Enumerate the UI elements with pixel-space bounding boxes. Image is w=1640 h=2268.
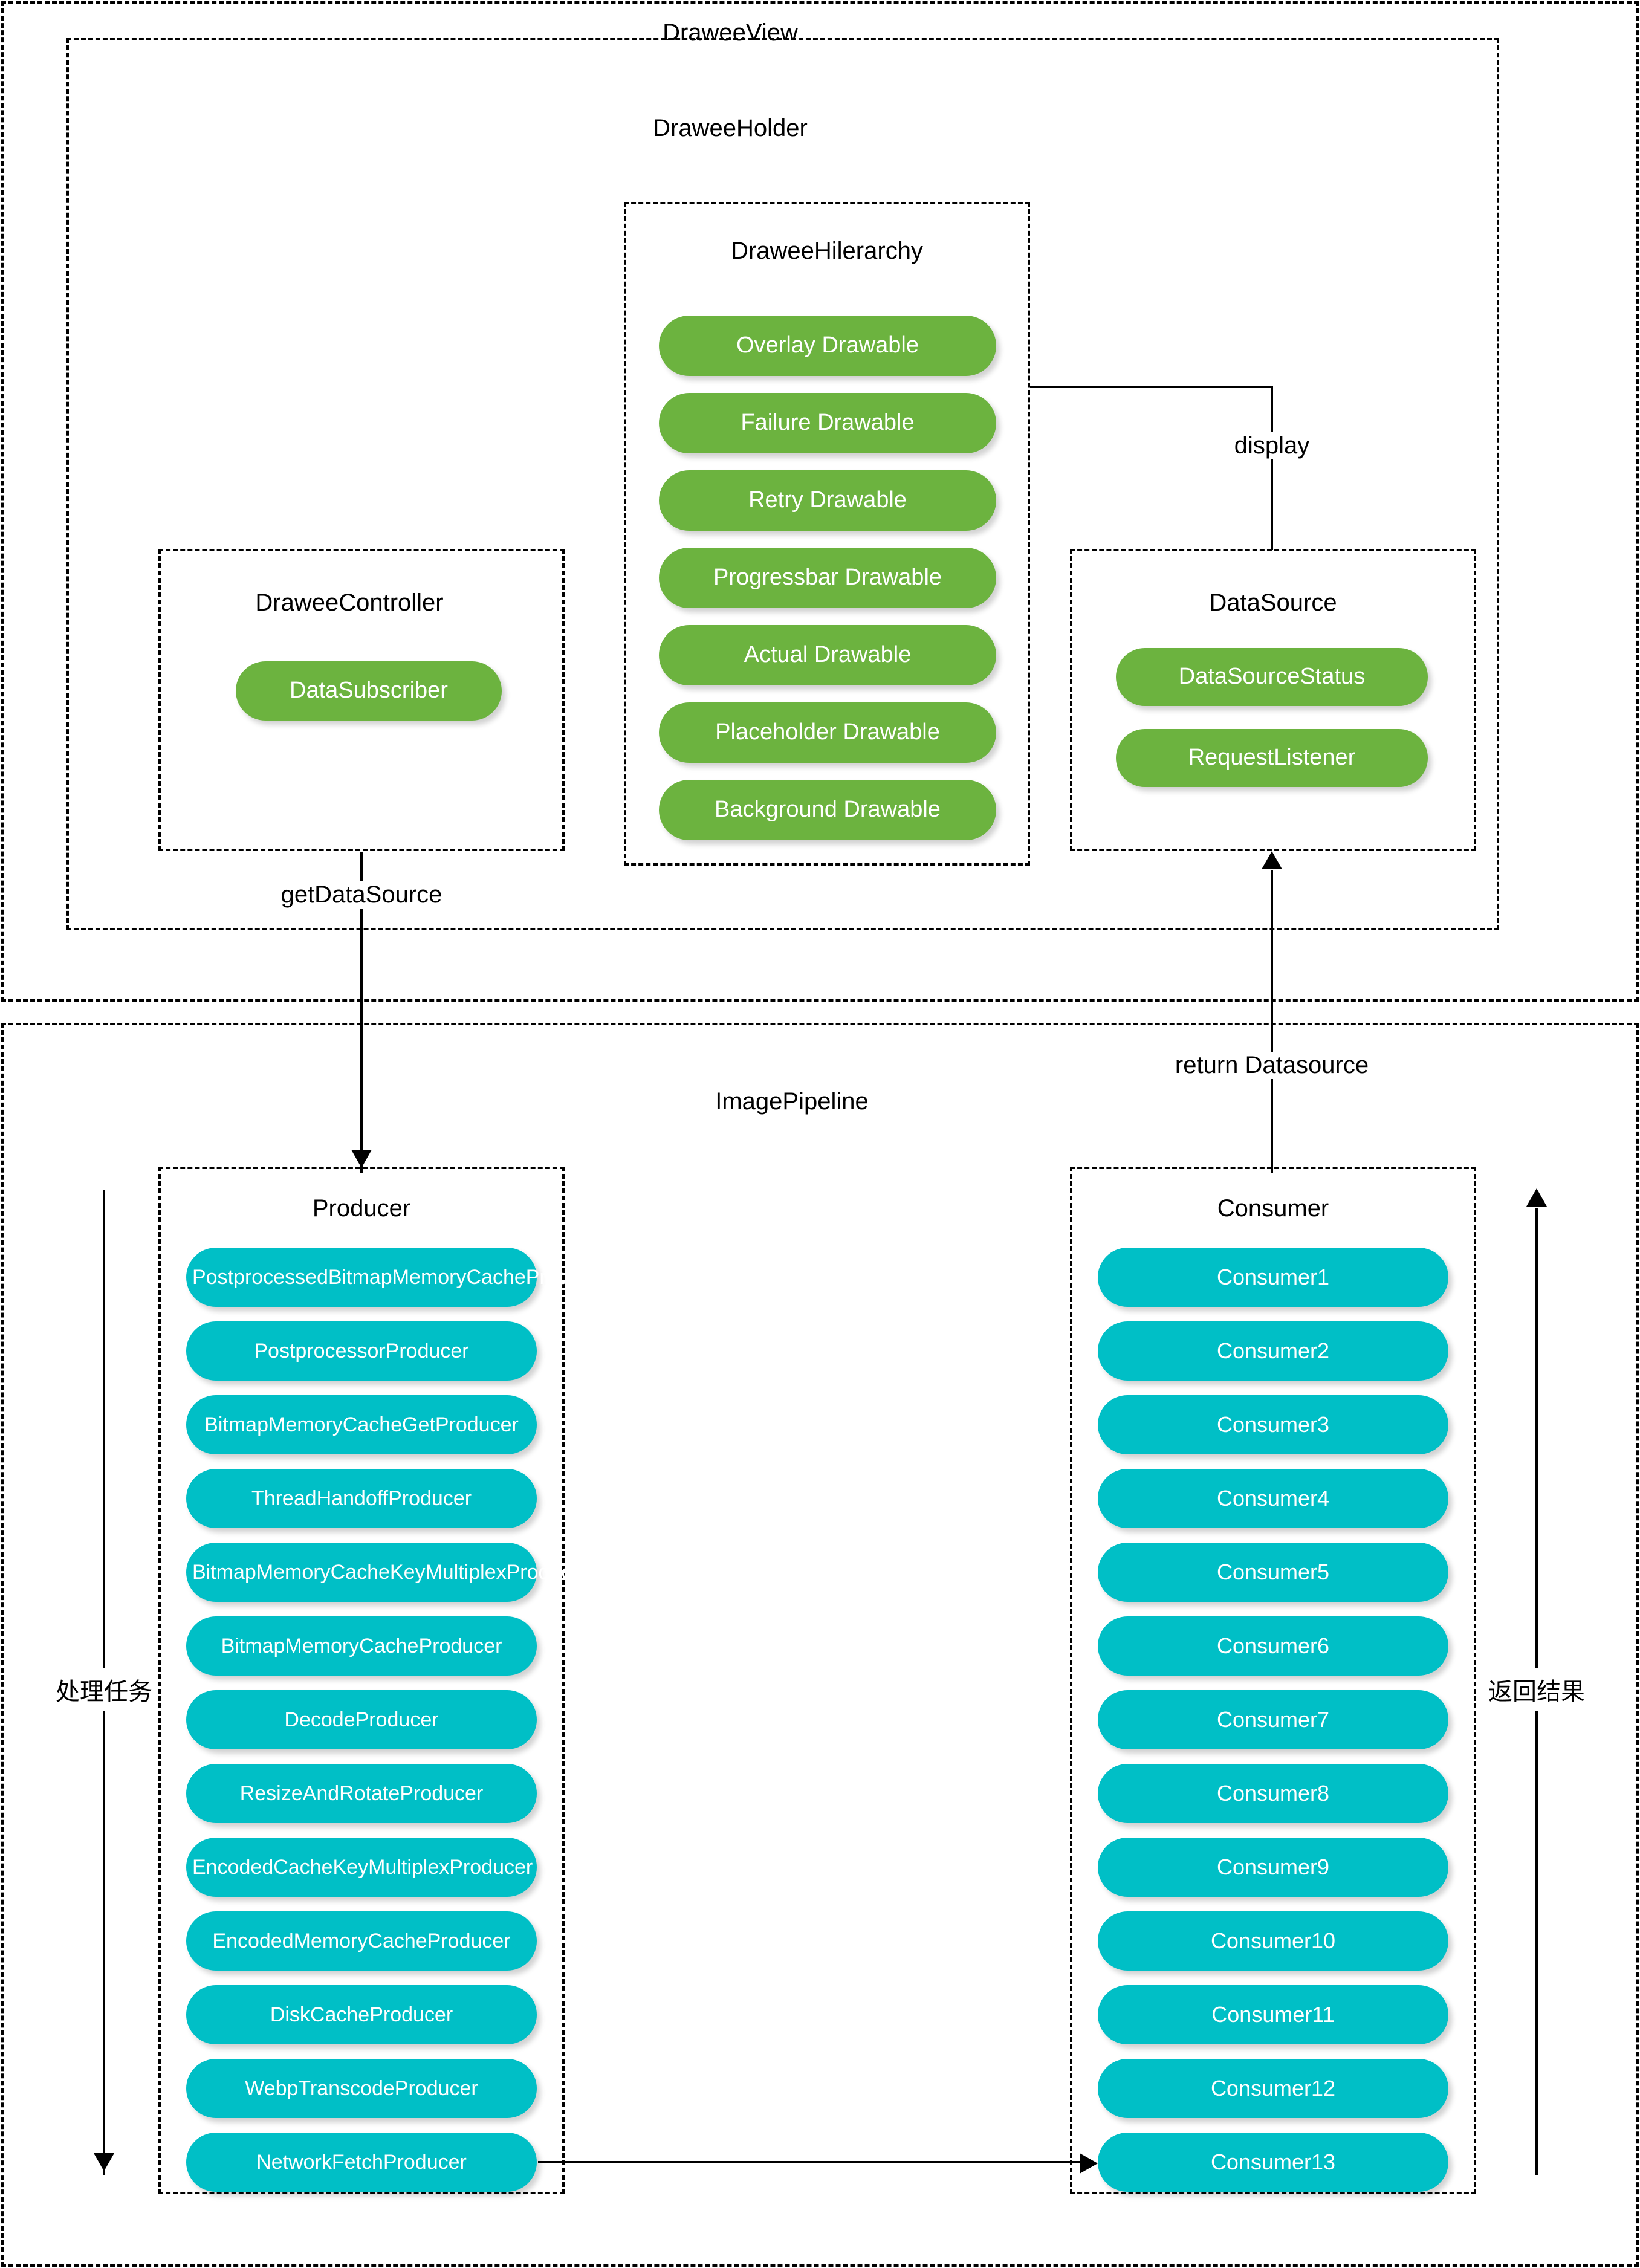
pill-label: ThreadHandoffProducer xyxy=(251,1486,472,1510)
producer-item[interactable]: EncodedCacheKeyMultiplexProducer xyxy=(186,1838,537,1897)
process-task-label: 处理任务 xyxy=(53,1668,155,1711)
pill-label: ResizeAndRotateProducer xyxy=(239,1781,484,1805)
pill-label: Failure Drawable xyxy=(741,410,915,436)
display-edge-horizontal xyxy=(1030,386,1273,388)
producer-item[interactable]: DiskCacheProducer xyxy=(186,1985,537,2044)
consumer-item[interactable]: Consumer5 xyxy=(1098,1543,1448,1602)
pill-label: DecodeProducer xyxy=(284,1708,439,1731)
pill-label: Consumer6 xyxy=(1216,1633,1330,1658)
consumer-item[interactable]: Consumer7 xyxy=(1098,1690,1448,1749)
pill-label: Overlay Drawable xyxy=(736,332,919,358)
producer-item[interactable]: WebpTranscodeProducer xyxy=(186,2059,537,2118)
display-edge-vertical xyxy=(1271,386,1273,550)
consumer-item[interactable]: Consumer3 xyxy=(1098,1395,1448,1454)
image-pipeline-title: ImagePipeline xyxy=(715,1088,869,1115)
consumer-item[interactable]: Consumer8 xyxy=(1098,1764,1448,1823)
pill-label: Consumer1 xyxy=(1216,1264,1330,1289)
pill-label: Consumer9 xyxy=(1216,1854,1330,1879)
get-data-source-label: getDataSource xyxy=(276,881,447,909)
return-result-label: 返回结果 xyxy=(1486,1668,1587,1711)
consumer-item[interactable]: Consumer11 xyxy=(1098,1985,1448,2044)
pill-label: Consumer13 xyxy=(1210,2149,1336,2174)
pill-label: Consumer7 xyxy=(1216,1706,1330,1732)
pill-label: EncodedCacheKeyMultiplexProducer xyxy=(192,1855,533,1879)
pill-label: DiskCacheProducer xyxy=(270,2003,453,2026)
pill-label: Consumer11 xyxy=(1211,2001,1335,2027)
producer-item[interactable]: ThreadHandoffProducer xyxy=(186,1469,537,1528)
display-edge-label: display xyxy=(1229,432,1315,459)
pill-label: WebpTranscodeProducer xyxy=(245,2076,478,2100)
pill-label: BitmapMemoryCacheGetProducer xyxy=(204,1413,519,1436)
drawee-hierarchy-item[interactable]: Background Drawable xyxy=(659,780,996,840)
pill-label: Consumer2 xyxy=(1216,1338,1330,1363)
return-datasource-label: return Datasource xyxy=(1170,1052,1374,1079)
producer-item[interactable]: ResizeAndRotateProducer xyxy=(186,1764,537,1823)
pill-label: NetworkFetchProducer xyxy=(256,2150,467,2174)
consumer-item[interactable]: Consumer2 xyxy=(1098,1321,1448,1381)
drawee-hierarchy-item[interactable]: Retry Drawable xyxy=(659,470,996,531)
return-result-arrowhead xyxy=(1526,1188,1547,1207)
consumer-item[interactable]: Consumer9 xyxy=(1098,1838,1448,1897)
pill-label: PostprocessedBitmapMemoryCacheProducer xyxy=(192,1265,609,1289)
pill-label: Consumer4 xyxy=(1216,1485,1330,1511)
consumer-item[interactable]: Consumer4 xyxy=(1098,1469,1448,1528)
consumer-item[interactable]: Consumer12 xyxy=(1098,2059,1448,2118)
pill-label: BitmapMemoryCacheProducer xyxy=(221,1634,502,1657)
return-datasource-edge xyxy=(1271,870,1273,1173)
drawee-hierarchy-item[interactable]: Progressbar Drawable xyxy=(659,548,996,608)
drawee-controller-title: DraweeController xyxy=(255,589,444,616)
producer-item[interactable]: EncodedMemoryCacheProducer xyxy=(186,1911,537,1971)
drawee-hierarchy-box xyxy=(624,202,1030,866)
pill-label: DataSubscriber xyxy=(290,678,448,704)
pill-label: PostprocessorProducer xyxy=(254,1339,469,1362)
network-to-consumer-arrowhead xyxy=(1080,2153,1098,2174)
pill-label: Consumer12 xyxy=(1210,2075,1336,2101)
get-data-source-arrowhead xyxy=(351,1150,372,1168)
producer-item[interactable]: PostprocessorProducer xyxy=(186,1321,537,1381)
pill-label: Retry Drawable xyxy=(748,487,907,513)
producer-item[interactable]: BitmapMemoryCacheKeyMultiplexProducer xyxy=(186,1543,590,1602)
network-to-consumer-edge xyxy=(538,2161,1082,2163)
pill-label: Placeholder Drawable xyxy=(715,719,940,745)
drawee-hierarchy-item[interactable]: Actual Drawable xyxy=(659,625,996,685)
data-subscriber-pill[interactable]: DataSubscriber xyxy=(236,661,502,721)
pill-label: Actual Drawable xyxy=(744,642,912,668)
pill-label: Consumer5 xyxy=(1216,1559,1330,1584)
drawee-hierarchy-title: DraweeHilerarchy xyxy=(731,238,923,264)
drawee-hierarchy-item[interactable]: Overlay Drawable xyxy=(659,316,996,376)
producer-title: Producer xyxy=(312,1195,411,1222)
pill-label: Background Drawable xyxy=(715,797,941,823)
consumer-item[interactable]: Consumer10 xyxy=(1098,1911,1448,1971)
producer-item[interactable]: NetworkFetchProducer xyxy=(186,2133,537,2192)
pill-label: EncodedMemoryCacheProducer xyxy=(212,1929,511,1952)
producer-item[interactable]: PostprocessedBitmapMemoryCacheProducer xyxy=(186,1248,609,1307)
drawee-holder-title: DraweeHolder xyxy=(653,115,808,141)
consumer-item[interactable]: Consumer1 xyxy=(1098,1248,1448,1307)
producer-item[interactable]: BitmapMemoryCacheGetProducer xyxy=(186,1395,537,1454)
pill-label: BitmapMemoryCacheKeyMultiplexProducer xyxy=(192,1560,590,1584)
pill-label: Consumer8 xyxy=(1216,1780,1330,1806)
consumer-item[interactable]: Consumer13 xyxy=(1098,2133,1448,2192)
pill-label: Progressbar Drawable xyxy=(713,565,942,591)
pill-label: Consumer3 xyxy=(1216,1411,1330,1437)
drawee-hierarchy-item[interactable]: Failure Drawable xyxy=(659,393,996,453)
diagram-canvas: DraweeView DraweeHolder DraweeHilerarchy… xyxy=(0,0,1640,2268)
data-source-title: DataSource xyxy=(1209,589,1337,616)
pill-label: RequestListener xyxy=(1188,745,1356,771)
data-source-item[interactable]: RequestListener xyxy=(1116,729,1428,787)
pill-label: Consumer10 xyxy=(1210,1928,1336,1953)
process-task-arrowhead xyxy=(94,2153,114,2171)
consumer-title: Consumer xyxy=(1217,1195,1329,1222)
consumer-item[interactable]: Consumer6 xyxy=(1098,1616,1448,1676)
return-datasource-arrowhead xyxy=(1262,851,1282,869)
data-source-item[interactable]: DataSourceStatus xyxy=(1116,648,1428,706)
producer-item[interactable]: BitmapMemoryCacheProducer xyxy=(186,1616,537,1676)
producer-item[interactable]: DecodeProducer xyxy=(186,1690,537,1749)
pill-label: DataSourceStatus xyxy=(1178,664,1366,690)
drawee-hierarchy-item[interactable]: Placeholder Drawable xyxy=(659,702,996,763)
